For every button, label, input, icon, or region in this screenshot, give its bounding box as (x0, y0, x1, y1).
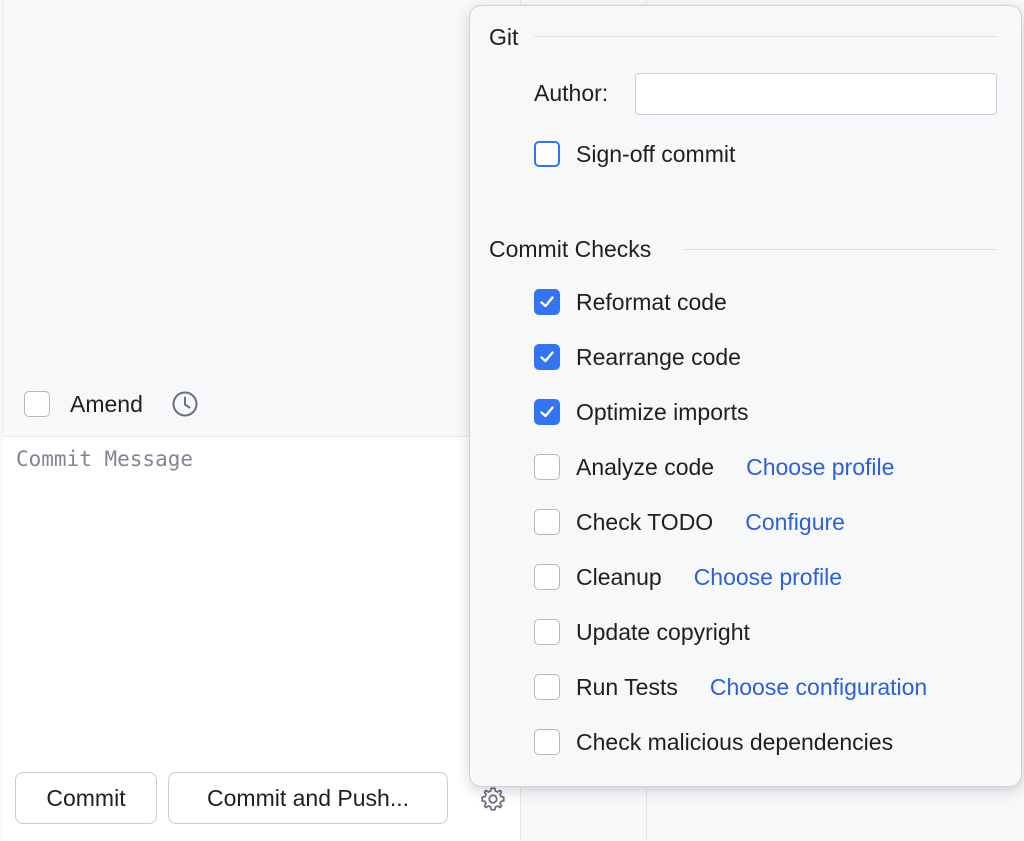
check-row[interactable]: Run Tests Choose configuration (534, 670, 927, 704)
check-row[interactable]: Reformat code (534, 285, 727, 319)
check-row[interactable]: Check TODO Configure (534, 505, 845, 539)
check-label: Rearrange code (576, 343, 741, 370)
amend-row: Amend (24, 386, 199, 422)
check-label: Update copyright (576, 618, 750, 645)
checkmark-icon (540, 296, 554, 308)
check-label: Check TODO (576, 508, 714, 535)
check-checkbox[interactable] (534, 344, 560, 370)
check-config-link[interactable]: Choose profile (694, 564, 842, 591)
check-row[interactable]: Check malicious dependencies (534, 725, 893, 759)
signoff-row[interactable]: Sign-off commit (534, 137, 735, 171)
checkmark-icon (540, 351, 554, 363)
check-checkbox[interactable] (534, 454, 560, 480)
signoff-label: Sign-off commit (576, 140, 736, 167)
commit-message-placeholder: Commit Message (16, 447, 194, 471)
check-config-link[interactable]: Choose profile (746, 454, 894, 481)
check-checkbox[interactable] (534, 674, 560, 700)
author-label: Author: (534, 80, 609, 106)
commit-button[interactable]: Commit (15, 772, 157, 824)
history-icon[interactable] (171, 390, 199, 418)
amend-label: Amend (70, 390, 143, 417)
check-row[interactable]: Optimize imports (534, 395, 749, 429)
git-section-title: Git (489, 24, 519, 50)
checkmark-icon (540, 406, 554, 418)
amend-checkbox[interactable] (24, 391, 50, 417)
check-row[interactable]: Cleanup Choose profile (534, 560, 842, 594)
check-row[interactable]: Analyze code Choose profile (534, 450, 894, 484)
check-row[interactable]: Update copyright (534, 615, 750, 649)
check-row[interactable]: Rearrange code (534, 340, 741, 374)
check-config-link[interactable]: Configure (745, 509, 845, 536)
section-divider (534, 36, 997, 37)
author-input[interactable] (635, 73, 997, 115)
commit-and-push-button[interactable]: Commit and Push... (168, 772, 448, 824)
check-checkbox[interactable] (534, 564, 560, 590)
check-checkbox[interactable] (534, 509, 560, 535)
check-checkbox[interactable] (534, 619, 560, 645)
commit-checks-title: Commit Checks (489, 236, 652, 262)
check-label: Analyze code (576, 453, 715, 480)
check-label: Run Tests (576, 673, 678, 700)
check-checkbox[interactable] (534, 729, 560, 755)
section-divider (684, 249, 997, 250)
gear-icon[interactable] (478, 784, 508, 814)
check-label: Optimize imports (576, 398, 749, 425)
check-label: Check malicious dependencies (576, 728, 894, 755)
check-checkbox[interactable] (534, 399, 560, 425)
check-label: Cleanup (576, 563, 662, 590)
commit-options-popup: Git Author: Sign-off commit Commit Check… (469, 5, 1022, 787)
signoff-checkbox[interactable] (534, 141, 560, 167)
check-checkbox[interactable] (534, 289, 560, 315)
check-config-link[interactable]: Choose configuration (710, 674, 927, 701)
check-label: Reformat code (576, 288, 727, 315)
